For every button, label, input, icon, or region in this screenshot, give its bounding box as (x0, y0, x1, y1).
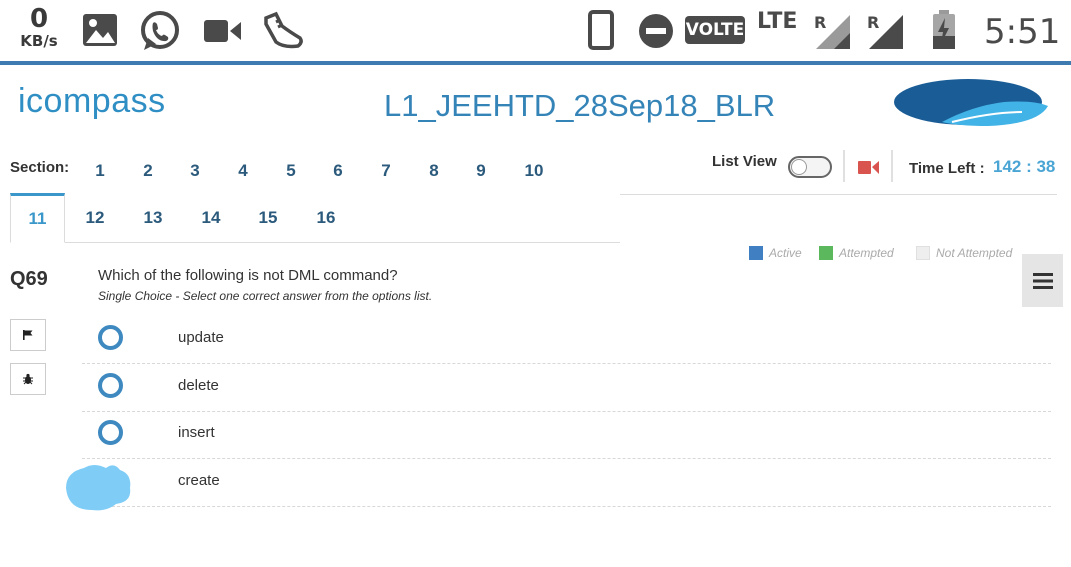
legend-attempted-swatch (819, 246, 833, 260)
question-hint: Single Choice - Select one correct answe… (98, 289, 433, 303)
network-speed: 0 KB/s (16, 6, 62, 50)
toolbar-separator (843, 150, 845, 182)
exam-title: L1_JEEHTD_28Sep18_BLR (384, 88, 776, 123)
section-tab-9[interactable]: 9 (461, 161, 501, 181)
section-tab-11-active[interactable]: 11 (10, 193, 65, 243)
camera-icon[interactable] (858, 160, 879, 175)
brand-logo (894, 79, 1048, 126)
phone-portrait-icon (588, 10, 614, 50)
list-view-toggle[interactable] (788, 156, 832, 178)
option-radio-3[interactable] (98, 420, 123, 445)
option-row-4[interactable]: create (82, 459, 1051, 507)
option-row-1[interactable]: update (82, 316, 1051, 364)
legend-active-swatch (749, 246, 763, 260)
section-tab-2[interactable]: 2 (128, 161, 168, 181)
option-radio-1[interactable] (98, 325, 123, 350)
section-tab-12[interactable]: 12 (75, 208, 115, 228)
option-row-2[interactable]: delete (82, 364, 1051, 412)
toolbar-divider (620, 194, 1057, 195)
option-label-2: delete (178, 377, 219, 394)
legend-attempted-label: Attempted (839, 246, 894, 260)
signal-icon-2 (869, 15, 903, 49)
legend-active-label: Active (769, 246, 802, 260)
hamburger-icon (1032, 272, 1053, 289)
image-icon (83, 14, 117, 46)
section-tabs-divider (10, 242, 620, 243)
time-left-value: 142 : 38 (993, 157, 1056, 176)
flag-icon (23, 330, 33, 340)
option-label-4: create (178, 472, 220, 489)
question-number: Q69 (10, 268, 48, 290)
flag-button[interactable] (10, 319, 46, 351)
volte-badge: VOLTE (685, 16, 745, 44)
question-palette-menu-button[interactable] (1022, 254, 1063, 307)
section-tab-1[interactable]: 1 (80, 161, 120, 181)
signal-icon (816, 15, 850, 49)
redaction-blob (66, 465, 131, 511)
header-divider (0, 61, 1071, 65)
option-label-1: update (178, 329, 224, 346)
status-bar: 0 KB/s VOLTE LTE R R 5:51 (0, 0, 1071, 61)
network-speed-value: 0 (29, 4, 49, 34)
legend-not-attempted: Not Attempted (916, 246, 1012, 260)
lte-label: LTE (757, 9, 798, 34)
section-tab-16[interactable]: 16 (306, 208, 346, 228)
time-left-label: Time Left : (909, 160, 985, 177)
section-tab-6[interactable]: 6 (318, 161, 358, 181)
option-radio-2[interactable] (98, 373, 123, 398)
bug-icon (23, 373, 33, 385)
option-label-3: insert (178, 424, 215, 441)
list-view-label: List View (712, 153, 777, 170)
section-label: Section: (10, 159, 70, 176)
section-tab-13[interactable]: 13 (133, 208, 173, 228)
legend-not-attempted-label: Not Attempted (936, 246, 1013, 260)
do-not-disturb-icon (639, 14, 673, 48)
report-bug-button[interactable] (10, 363, 46, 395)
whatsapp-icon (141, 11, 179, 50)
section-tab-4[interactable]: 4 (223, 161, 263, 181)
section-tab-7[interactable]: 7 (366, 161, 406, 181)
clock: 5:51 (984, 12, 1061, 52)
question-text: Which of the following is not DML comman… (98, 267, 398, 284)
section-tab-10[interactable]: 10 (514, 161, 554, 181)
icompass-logo: icompass (18, 82, 166, 120)
toggle-knob (791, 159, 807, 175)
toolbar-separator-2 (891, 150, 893, 182)
section-tab-15[interactable]: 15 (248, 208, 288, 228)
shoe-icon (264, 11, 303, 49)
video-icon (204, 20, 241, 42)
section-tab-8[interactable]: 8 (414, 161, 454, 181)
section-tab-14[interactable]: 14 (191, 208, 231, 228)
legend-active: Active (749, 246, 802, 260)
network-speed-unit: KB/s (20, 32, 58, 50)
section-tab-3[interactable]: 3 (175, 161, 215, 181)
legend-not-attempted-swatch (916, 246, 930, 260)
legend-attempted: Attempted (819, 246, 894, 260)
battery-charging-icon (933, 10, 955, 49)
option-row-3[interactable]: insert (82, 411, 1051, 459)
section-tab-5[interactable]: 5 (271, 161, 311, 181)
